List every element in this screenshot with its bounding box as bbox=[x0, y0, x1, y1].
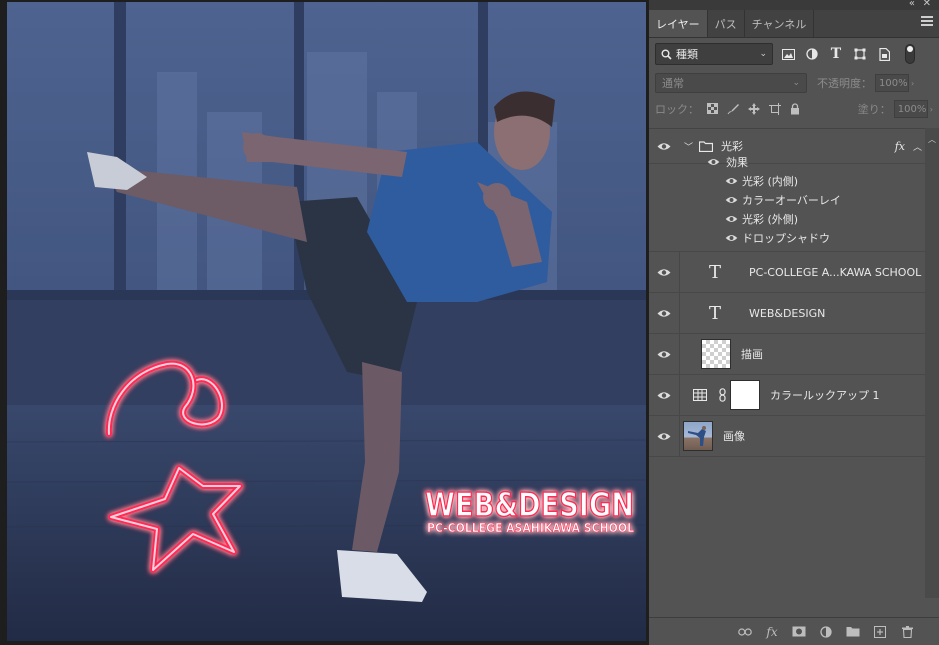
panel-title-strip: « ✕ bbox=[649, 0, 939, 10]
mask-link-icon[interactable] bbox=[719, 388, 726, 402]
layer-row-text[interactable]: T WEB&DESIGN bbox=[649, 293, 939, 334]
transparent-layer-thumbnail[interactable] bbox=[701, 339, 731, 369]
visibility-eye-icon[interactable] bbox=[649, 268, 679, 277]
scroll-up-icon[interactable]: ︿ bbox=[928, 134, 936, 145]
panel-menu-icon[interactable] bbox=[921, 16, 933, 28]
visibility-eye-icon[interactable] bbox=[649, 350, 679, 359]
visibility-eye-icon[interactable] bbox=[725, 196, 738, 204]
blend-mode-select[interactable]: 通常 ⌄ bbox=[655, 73, 807, 93]
effects-label: 効果 bbox=[726, 155, 748, 169]
add-layer-style-icon[interactable]: fx bbox=[765, 625, 779, 639]
effect-outer-glow: 光彩 (外側) bbox=[742, 212, 799, 226]
fx-expand-icon[interactable]: ︿ bbox=[913, 140, 922, 153]
opacity-label: 不透明度： bbox=[817, 77, 872, 90]
visibility-eye-icon[interactable] bbox=[725, 215, 738, 223]
new-layer-icon[interactable] bbox=[873, 625, 887, 639]
new-group-folder-icon[interactable] bbox=[846, 625, 860, 639]
layer-row-adjustment[interactable]: カラールックアップ 1 bbox=[649, 375, 939, 416]
lock-artboard-icon[interactable] bbox=[769, 103, 781, 115]
image-layer-name: 画像 bbox=[723, 430, 745, 443]
layer-row-text[interactable]: T PC-COLLEGE A...KAWA SCHOOL bbox=[649, 252, 939, 293]
search-icon bbox=[661, 49, 672, 60]
add-mask-icon[interactable] bbox=[792, 625, 806, 639]
new-adjustment-layer-icon[interactable] bbox=[819, 625, 833, 639]
artwork-headline: WEB&DESIGN bbox=[425, 485, 634, 524]
visibility-eye-icon[interactable] bbox=[649, 309, 679, 318]
text-layer-icon: T bbox=[708, 261, 721, 283]
link-layers-icon[interactable] bbox=[738, 625, 752, 639]
chevron-down-icon: ⌄ bbox=[792, 78, 800, 88]
layer-filter-row: 種類 ⌄ T bbox=[649, 38, 939, 70]
effect-color-overlay: カラーオーバーレイ bbox=[742, 193, 841, 207]
filter-shape-icon[interactable] bbox=[851, 45, 869, 63]
text-layer-icon: T bbox=[708, 302, 721, 324]
lock-all-icon[interactable] bbox=[790, 103, 800, 115]
lock-image-pixels-icon[interactable] bbox=[727, 103, 739, 115]
layers-panel: « ✕ レイヤー パス チャンネル 種類 ⌄ T 通常 ⌄ 不透明度： 100%… bbox=[648, 0, 939, 645]
tab-layers[interactable]: レイヤー bbox=[649, 10, 708, 37]
blend-row: 通常 ⌄ 不透明度： 100% › bbox=[649, 70, 939, 96]
tab-paths[interactable]: パス bbox=[708, 10, 745, 37]
effect-item[interactable]: ドロップシャドウ bbox=[649, 228, 939, 247]
delete-layer-trash-icon[interactable] bbox=[900, 625, 914, 639]
collapse-panel-icon[interactable]: « bbox=[909, 0, 915, 9]
opacity-arrow-icon[interactable]: › bbox=[911, 79, 914, 88]
pixel-layer-name: 描画 bbox=[741, 348, 763, 361]
filter-kind-select[interactable]: 種類 ⌄ bbox=[655, 43, 773, 65]
filter-toggle-switch[interactable] bbox=[905, 44, 915, 64]
image-layer-thumbnail[interactable] bbox=[683, 421, 713, 451]
opacity-field[interactable]: 100% bbox=[875, 74, 909, 92]
lock-label: ロック： bbox=[655, 103, 699, 116]
visibility-eye-icon[interactable] bbox=[725, 234, 738, 242]
text-layer-name: WEB&DESIGN bbox=[749, 306, 826, 320]
panel-tabbar: レイヤー パス チャンネル bbox=[649, 10, 939, 38]
tab-channels[interactable]: チャンネル bbox=[745, 10, 815, 37]
text-layer-name: PC-COLLEGE A...KAWA SCHOOL bbox=[749, 265, 922, 279]
fill-arrow-icon[interactable]: › bbox=[930, 105, 933, 114]
fx-icon[interactable]: fx bbox=[895, 140, 905, 153]
layer-row-pixel[interactable]: 描画 bbox=[649, 334, 939, 375]
color-lookup-grid-icon bbox=[693, 389, 707, 401]
effect-item[interactable]: 光彩 (内側) bbox=[649, 171, 939, 190]
effects-header[interactable]: 効果 bbox=[649, 152, 939, 171]
effect-drop-shadow: ドロップシャドウ bbox=[742, 231, 830, 245]
effect-item[interactable]: カラーオーバーレイ bbox=[649, 190, 939, 209]
close-panel-icon[interactable]: ✕ bbox=[923, 0, 931, 9]
document-canvas[interactable]: WEB&DESIGN PC-COLLEGE ASAHIKAWA SCHOOL bbox=[0, 0, 648, 645]
artwork-subline: PC-COLLEGE ASAHIKAWA SCHOOL bbox=[427, 521, 634, 535]
chevron-down-icon: ⌄ bbox=[759, 49, 767, 59]
adjustment-layer-name: カラールックアップ 1 bbox=[770, 389, 880, 402]
filter-type-icon[interactable]: T bbox=[827, 45, 845, 63]
layer-row-image[interactable]: 画像 bbox=[649, 416, 939, 457]
fill-field[interactable]: 100% bbox=[893, 100, 928, 118]
filter-pixel-icon[interactable] bbox=[779, 45, 797, 63]
visibility-eye-icon[interactable] bbox=[649, 391, 679, 400]
group-expand-icon[interactable]: ﹀ bbox=[684, 140, 693, 153]
layers-footer: fx bbox=[649, 617, 939, 645]
effect-item[interactable]: 光彩 (外側) bbox=[649, 209, 939, 228]
folder-icon bbox=[699, 140, 714, 152]
lock-row: ロック： 塗り： 100% › bbox=[649, 96, 939, 122]
layers-scrollbar[interactable]: ︿ bbox=[925, 128, 939, 598]
filter-smart-object-icon[interactable] bbox=[875, 45, 893, 63]
visibility-eye-icon[interactable] bbox=[649, 142, 679, 151]
blend-mode-label: 通常 bbox=[662, 77, 684, 90]
layers-list: ﹀ 光彩 fx ︿ 効果 光彩 (内側) カラーオーバーレイ 光彩 (外側) ド… bbox=[649, 128, 939, 608]
visibility-eye-icon[interactable] bbox=[707, 158, 720, 166]
fill-label: 塗り： bbox=[857, 103, 891, 116]
lock-position-icon[interactable] bbox=[748, 103, 760, 115]
effect-inner-glow: 光彩 (内側) bbox=[742, 174, 799, 188]
layer-mask-thumbnail[interactable] bbox=[730, 380, 760, 410]
effects-list: 効果 光彩 (内側) カラーオーバーレイ 光彩 (外側) ドロップシャドウ bbox=[649, 152, 939, 252]
visibility-eye-icon[interactable] bbox=[649, 432, 679, 441]
visibility-eye-icon[interactable] bbox=[725, 177, 738, 185]
lock-transparent-pixels-icon[interactable] bbox=[707, 103, 718, 114]
filter-adjustment-icon[interactable] bbox=[803, 45, 821, 63]
artwork-image[interactable]: WEB&DESIGN PC-COLLEGE ASAHIKAWA SCHOOL bbox=[7, 2, 646, 641]
filter-kind-label: 種類 bbox=[676, 48, 698, 61]
